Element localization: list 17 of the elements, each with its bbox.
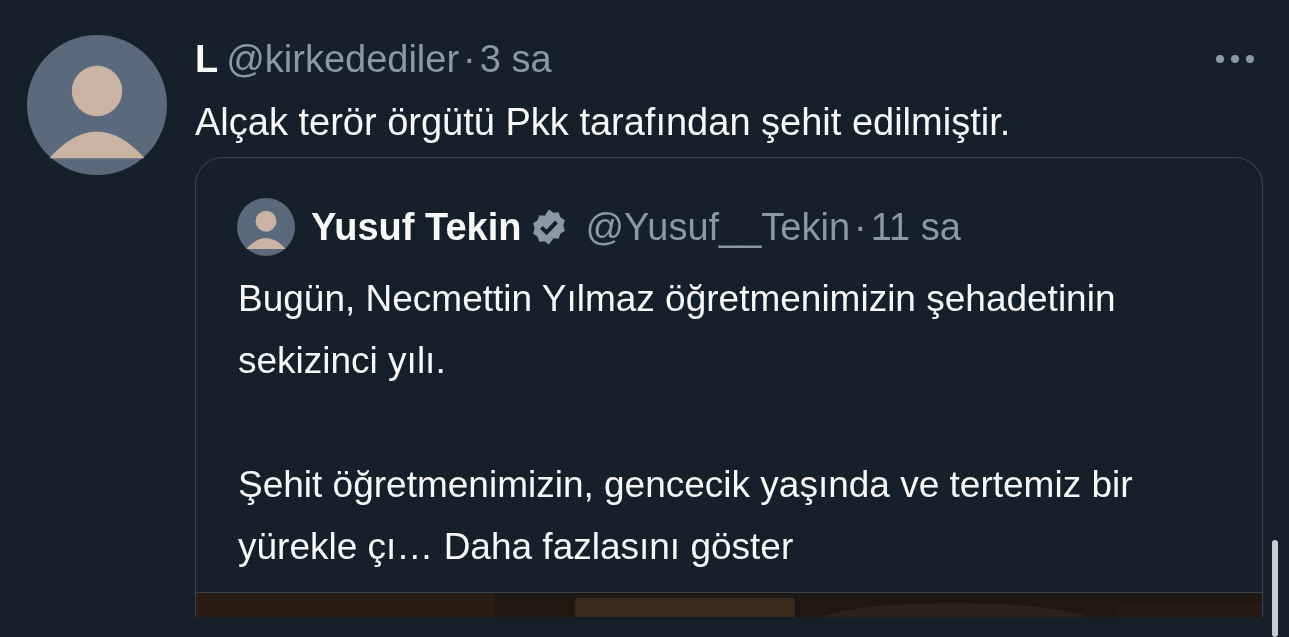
avatar[interactable] [27,35,167,175]
display-name[interactable]: Yusuf Tekin [311,198,522,256]
user-handle[interactable]: @Yusuf__Tekin [585,198,851,256]
display-name[interactable]: L [195,37,219,81]
post-text: Alçak terör örgütü Pkk tarafından şehit edilmiştir. [195,100,1012,145]
quoted-text: Şehit öğretmenimizin, gencecik yaşında ve tertemiz bir yürekle çı… Daha fazlasını göster [238,463,1134,569]
separator-dot: · [463,37,476,81]
show-more-link[interactable]: Daha fazlasını göster [443,526,794,567]
post-time[interactable]: 3 sa [479,37,552,81]
user-handle[interactable]: @kirkedediler [226,37,460,81]
avatar[interactable] [237,198,295,256]
quoted-post[interactable]: Yusuf Tekin @Yusuf__Tekin·11 sa Bugün, Necmettin Yılmaz öğretmenimizin şehadetinin sekizinci yılı. Şehit öğretmenimizin, gencecik yaşında ve tertemiz bir yürekle çı… Daha fazlasını göster [195,157,1263,617]
more-options-icon[interactable] [1215,53,1255,64]
scrollbar-thumb[interactable] [1272,540,1278,637]
quoted-text: Bugün, Necmettin Yılmaz öğretmenimizin şehadetinin sekizinci yılı. [238,277,1117,383]
separator-dot: · [854,204,867,250]
post-time[interactable]: 11 sa [870,198,961,256]
